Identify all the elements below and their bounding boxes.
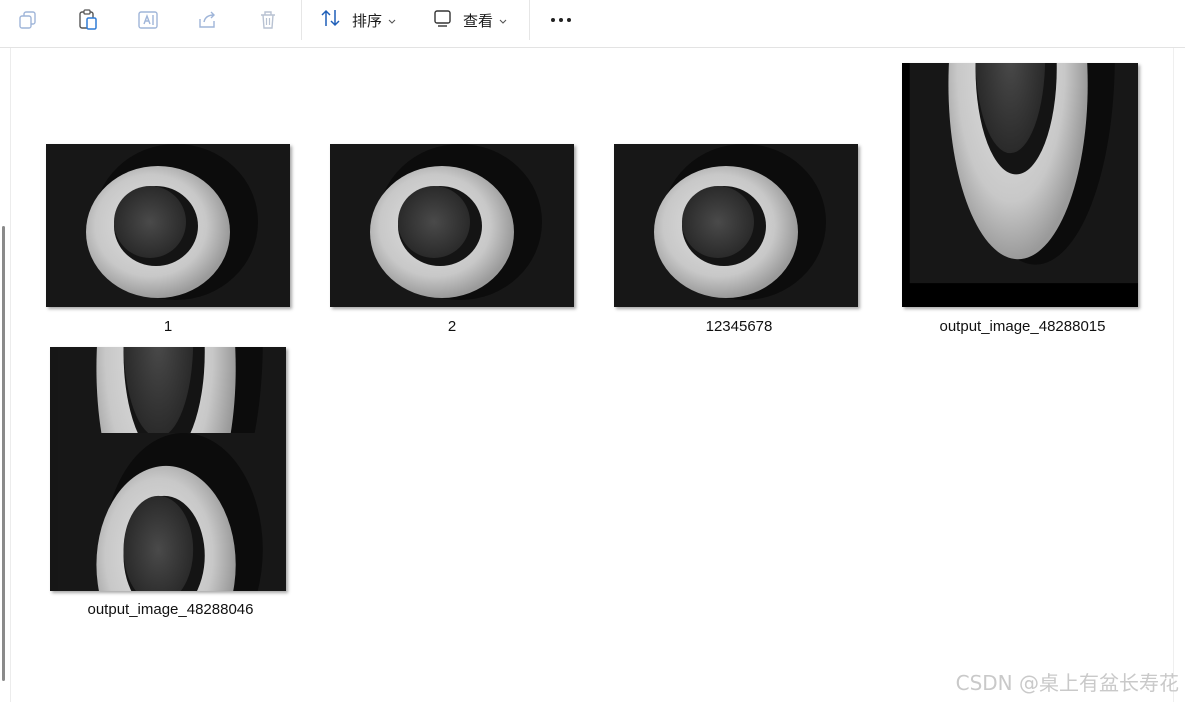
file-name: output_image_48288046 [87, 601, 254, 618]
chevron-down-icon [499, 12, 507, 29]
sort-label: 排序 [352, 12, 383, 30]
image-thumbnail [614, 144, 858, 307]
toolbar: 排序 查看 [0, 0, 1185, 48]
view-icon [433, 8, 453, 32]
sort-icon [320, 8, 342, 32]
image-thumbnail [330, 144, 574, 307]
toolbar-separator [529, 0, 530, 40]
share-icon[interactable] [196, 8, 220, 32]
more-options-button[interactable] [549, 8, 573, 32]
file-name: output_image_48288015 [939, 318, 1106, 335]
view-button[interactable]: 查看 [433, 8, 507, 32]
file-name: 2 [447, 318, 457, 335]
pane-divider [1173, 48, 1174, 702]
rename-icon[interactable] [136, 8, 160, 32]
delete-icon[interactable] [256, 8, 280, 32]
toolbar-separator [301, 0, 302, 40]
sort-button[interactable]: 排序 [320, 8, 396, 32]
image-thumbnail [46, 144, 290, 307]
image-thumbnail [902, 63, 1138, 307]
scrollbar-thumb[interactable] [2, 226, 5, 681]
file-name: 12345678 [705, 318, 773, 335]
chevron-down-icon [388, 12, 396, 29]
more-icon [551, 18, 571, 22]
image-thumbnail [50, 347, 286, 591]
file-name: 1 [163, 318, 173, 335]
watermark: CSDN @桌上有盆长寿花 [955, 671, 1179, 695]
copy-icon[interactable] [16, 8, 40, 32]
view-label: 查看 [463, 12, 494, 30]
paste-icon[interactable] [76, 8, 100, 32]
